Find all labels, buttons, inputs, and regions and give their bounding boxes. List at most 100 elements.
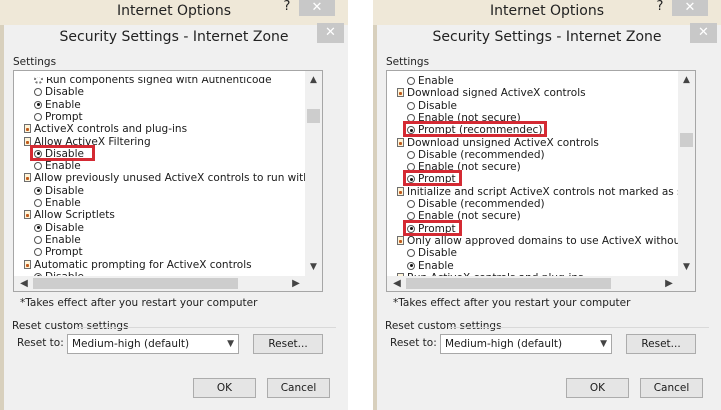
radio-unchecked-icon[interactable] — [34, 199, 42, 207]
reset-to-label: Reset to: — [390, 337, 437, 349]
radio-option[interactable]: Disable — [34, 222, 84, 234]
option-label: ActiveX controls and plug-ins — [34, 123, 188, 136]
horizontal-scrollbar[interactable]: ◀ ▶ — [387, 276, 679, 291]
radio-option[interactable]: Disable (recommended) — [407, 198, 545, 210]
chevron-down-icon: ▼ — [600, 339, 607, 349]
cancel-button[interactable]: Cancel — [267, 378, 330, 398]
option-label: Prompt — [45, 246, 83, 259]
reset-group-label: Reset custom settings — [12, 320, 129, 332]
group-divider — [76, 327, 336, 328]
scroll-down-icon[interactable]: ▼ — [678, 260, 695, 274]
radio-unchecked-icon[interactable] — [407, 150, 415, 159]
gear-icon — [34, 77, 43, 84]
highlight-box — [30, 144, 95, 161]
radio-option[interactable]: Enable — [407, 260, 454, 272]
radio-unchecked-icon[interactable] — [407, 249, 415, 258]
scroll-down-icon[interactable]: ▼ — [305, 260, 322, 274]
scroll-right-icon[interactable]: ▶ — [289, 276, 303, 291]
radio-option[interactable]: Enable — [34, 99, 81, 111]
option-label: Enable — [45, 98, 81, 111]
radio-option[interactable]: Prompt — [34, 111, 83, 123]
ok-button[interactable]: OK — [566, 378, 629, 398]
radio-unchecked-icon[interactable] — [407, 200, 415, 208]
radio-unchecked-icon[interactable] — [407, 101, 415, 110]
dialog-close-button[interactable]: ✕ — [317, 23, 344, 43]
reset-level-value: Medium-high (default) — [72, 338, 190, 350]
horizontal-scroll-thumb[interactable] — [33, 278, 238, 289]
settings-category-icon — [397, 88, 404, 98]
radio-option[interactable]: Disable — [407, 100, 457, 112]
cancel-button[interactable]: Cancel — [640, 378, 703, 398]
internet-options-titlebar: Internet Options ? ✕ — [373, 0, 721, 25]
setting-category: Allow previously unused ActiveX controls… — [24, 172, 306, 184]
radio-checked-icon[interactable] — [34, 223, 42, 232]
option-label: Disable (recommended) — [418, 198, 545, 210]
radio-option[interactable]: Enable — [34, 234, 81, 246]
radio-option[interactable]: Enable — [407, 75, 454, 87]
radio-option[interactable]: Enable — [34, 197, 81, 209]
radio-unchecked-icon[interactable] — [407, 77, 415, 85]
reset-level-select[interactable]: Medium-high (default) ▼ — [440, 334, 612, 354]
vertical-scrollbar[interactable]: ▲ ▼ — [678, 71, 695, 276]
radio-unchecked-icon[interactable] — [34, 248, 42, 257]
radio-checked-icon[interactable] — [34, 186, 42, 195]
horizontal-scrollbar[interactable]: ◀ ▶ — [14, 276, 306, 291]
setting-category: Only allow approved domains to use Activ… — [397, 235, 679, 247]
settings-list[interactable]: Enable Download signed ActiveX controls Di… — [386, 70, 696, 292]
radio-option[interactable]: Prompt — [34, 246, 83, 258]
reset-to-label: Reset to: — [17, 337, 64, 349]
ok-button[interactable]: OK — [193, 378, 256, 398]
radio-unchecked-icon[interactable] — [34, 235, 42, 244]
setting-category: Download signed ActiveX controls — [397, 87, 586, 99]
settings-label: Settings — [13, 56, 57, 68]
option-label: Enable — [45, 160, 81, 173]
internet-options-close-button[interactable]: ✕ — [299, 0, 335, 16]
scroll-left-icon[interactable]: ◀ — [390, 276, 404, 291]
radio-option[interactable]: Disable — [34, 86, 84, 98]
option-label: Disable — [418, 99, 457, 112]
vertical-scrollbar[interactable]: ▲ ▼ — [305, 71, 322, 276]
option-label: Enable — [45, 233, 81, 246]
setting-item: Run components signed with Authenticode — [34, 74, 272, 86]
help-button[interactable]: ? — [652, 0, 668, 14]
reset-button[interactable]: Reset... — [626, 334, 696, 354]
radio-unchecked-icon[interactable] — [34, 88, 42, 97]
radio-option[interactable]: Disable (recommended) — [407, 149, 545, 161]
option-label: Enable — [45, 197, 81, 209]
vertical-scroll-thumb[interactable] — [680, 133, 693, 147]
dialog-close-button[interactable]: ✕ — [690, 23, 717, 43]
radio-option[interactable]: Enable — [34, 160, 81, 172]
option-label: Allow previously unused ActiveX controls… — [34, 172, 306, 185]
radio-option[interactable]: Disable — [34, 185, 84, 197]
internet-options-title: Internet Options — [116, 3, 232, 19]
vertical-scroll-thumb[interactable] — [307, 109, 320, 123]
scroll-corner — [305, 276, 322, 291]
scroll-up-icon[interactable]: ▲ — [678, 73, 695, 87]
settings-category-icon — [397, 137, 404, 147]
radio-unchecked-icon[interactable] — [34, 162, 42, 171]
reset-button[interactable]: Reset... — [253, 334, 323, 354]
internet-options-close-button[interactable]: ✕ — [672, 0, 708, 16]
settings-category-icon — [24, 173, 31, 183]
horizontal-scroll-thumb[interactable] — [406, 278, 611, 289]
option-label: Prompt — [45, 110, 83, 123]
option-label: Run components signed with Authenticode — [46, 74, 272, 86]
highlight-box — [403, 219, 462, 236]
scroll-right-icon[interactable]: ▶ — [662, 276, 676, 291]
help-button[interactable]: ? — [279, 0, 295, 14]
scroll-left-icon[interactable]: ◀ — [17, 276, 31, 291]
restart-note: *Takes effect after you restart your com… — [393, 297, 631, 309]
radio-option[interactable]: Disable — [407, 247, 457, 259]
settings-category-icon — [397, 186, 404, 196]
highlight-box — [403, 121, 547, 138]
radio-checked-icon[interactable] — [407, 261, 415, 270]
reset-level-select[interactable]: Medium-high (default) ▼ — [67, 334, 239, 354]
option-label: Disable — [418, 247, 457, 260]
settings-list[interactable]: Run components signed with Authenticode D… — [13, 70, 323, 292]
scroll-up-icon[interactable]: ▲ — [305, 73, 322, 87]
settings-category-icon — [24, 259, 31, 269]
radio-unchecked-icon[interactable] — [34, 112, 42, 121]
radio-checked-icon[interactable] — [34, 100, 42, 109]
setting-category: Initialize and script ActiveX controls n… — [397, 186, 679, 198]
window-edge — [373, 25, 377, 410]
